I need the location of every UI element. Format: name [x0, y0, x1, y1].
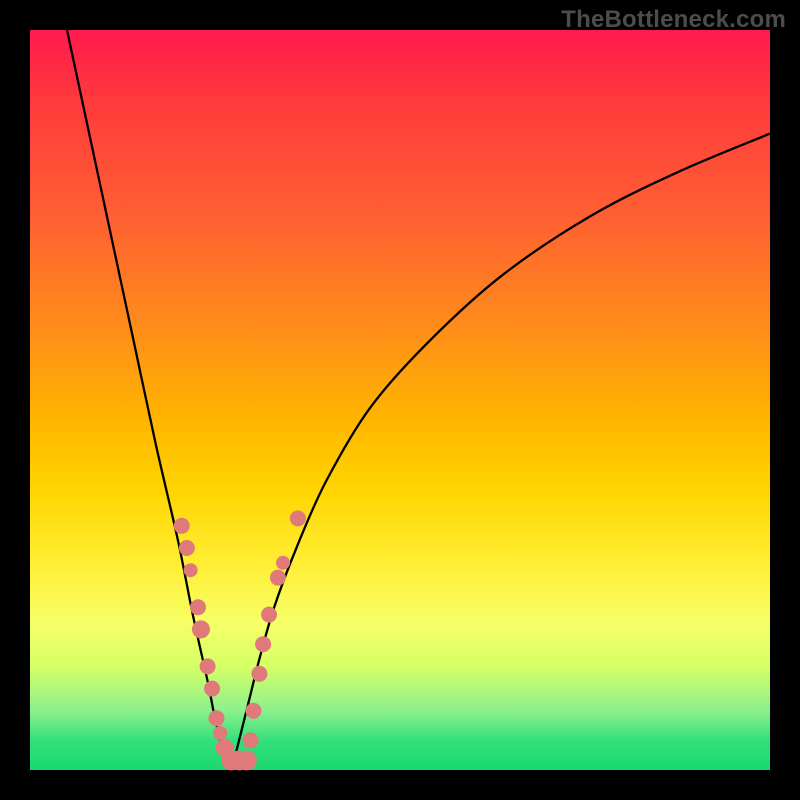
chart-frame: TheBottleneck.com [0, 0, 800, 800]
chart-svg [30, 30, 770, 770]
scatter-dot [270, 570, 286, 586]
scatter-dot [243, 732, 259, 748]
scatter-dot [174, 518, 190, 534]
scatter-dot [192, 620, 210, 638]
plot-area [30, 30, 770, 770]
scatter-dot [276, 556, 290, 570]
scatter-dot [204, 681, 220, 697]
scatter-dot [290, 510, 306, 526]
right-curve [231, 134, 770, 770]
scatter-dot [213, 726, 227, 740]
scatter-dots [174, 510, 306, 770]
scatter-dot [179, 540, 195, 556]
scatter-dot [237, 750, 257, 770]
scatter-dot [190, 599, 206, 615]
scatter-dot [184, 563, 198, 577]
watermark-text: TheBottleneck.com [561, 6, 786, 34]
scatter-dot [245, 703, 261, 719]
scatter-dot [251, 666, 267, 682]
scatter-dot [255, 636, 271, 652]
scatter-dot [261, 607, 277, 623]
scatter-dot [200, 658, 216, 674]
scatter-dot [208, 710, 224, 726]
